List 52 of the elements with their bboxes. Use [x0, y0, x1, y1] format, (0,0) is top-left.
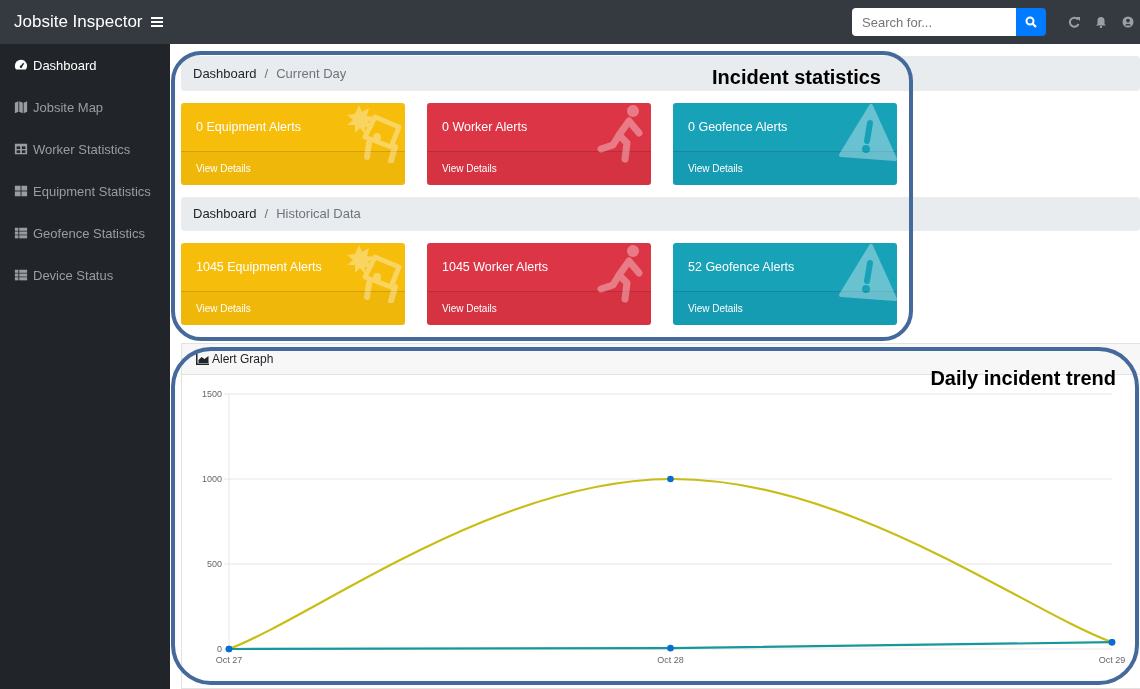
axis-label: 0 — [217, 644, 222, 654]
card-title: 1045 Equipment Alerts — [196, 259, 322, 276]
sidebar-item[interactable]: Geofence Statistics — [0, 212, 170, 254]
warning-icon — [837, 102, 897, 163]
list-icon — [14, 226, 28, 240]
axis-label: Oct 29 — [1098, 655, 1126, 665]
map-icon — [14, 100, 28, 114]
sidebar-item[interactable]: Equipment Statistics — [0, 170, 170, 212]
breadcrumb-link[interactable]: Dashboard — [193, 206, 257, 222]
sidebar-item[interactable]: Device Status — [0, 254, 170, 296]
view-details-link[interactable]: View Details — [673, 150, 897, 185]
grid-icon — [14, 184, 28, 198]
axis-label: 500 — [206, 559, 222, 569]
breadcrumb-current: Current Day — [276, 65, 347, 81]
bell-icon[interactable] — [1095, 16, 1107, 28]
search-icon — [1025, 16, 1037, 28]
card-title: 1045 Worker Alerts — [442, 259, 549, 276]
data-point — [667, 644, 674, 652]
breadcrumb-link[interactable]: Dashboard — [193, 65, 257, 81]
view-details-link[interactable]: View Details — [427, 291, 651, 325]
panel-title: Alert Graph — [212, 352, 274, 366]
data-point — [667, 475, 674, 483]
search-button[interactable] — [1016, 8, 1046, 36]
table-icon — [14, 142, 28, 156]
view-details-link[interactable]: View Details — [427, 150, 651, 185]
user-icon[interactable] — [1122, 16, 1134, 28]
axis-label: 1500 — [201, 389, 222, 399]
search-field[interactable]: Search for... — [852, 8, 1016, 36]
view-details-link[interactable]: View Details — [673, 291, 897, 325]
breadcrumb-separator: / — [263, 65, 270, 81]
axis-label: 1000 — [201, 474, 222, 484]
breadcrumb-current: Historical Data — [276, 206, 361, 222]
sidebar-item[interactable]: Dashboard — [0, 44, 170, 86]
sidebar-item[interactable]: Worker Statistics — [0, 128, 170, 170]
gauge-icon — [14, 58, 28, 72]
list-icon — [14, 268, 28, 282]
card-title: 0 Equipment Alerts — [196, 118, 301, 136]
card-title: 0 Worker Alerts — [442, 118, 528, 136]
card-title: 0 Geofence Alerts — [688, 118, 788, 136]
breadcrumb-separator: / — [263, 206, 270, 222]
menu-icon[interactable] — [150, 16, 163, 28]
card-title: 52 Geofence Alerts — [688, 259, 795, 276]
axis-label: Oct 27 — [215, 655, 243, 665]
area-chart-icon — [196, 353, 209, 365]
axis-label: Oct 28 — [657, 655, 684, 665]
warning-icon — [837, 243, 897, 303]
refresh-icon[interactable] — [1068, 16, 1080, 28]
annotation-label: Daily incident trend — [930, 367, 1116, 390]
annotation-label: Incident statistics — [712, 66, 881, 89]
app-title: Jobsite Inspector — [14, 12, 143, 32]
collision-icon — [345, 243, 405, 303]
sidebar-item[interactable]: Jobsite Map — [0, 86, 170, 128]
